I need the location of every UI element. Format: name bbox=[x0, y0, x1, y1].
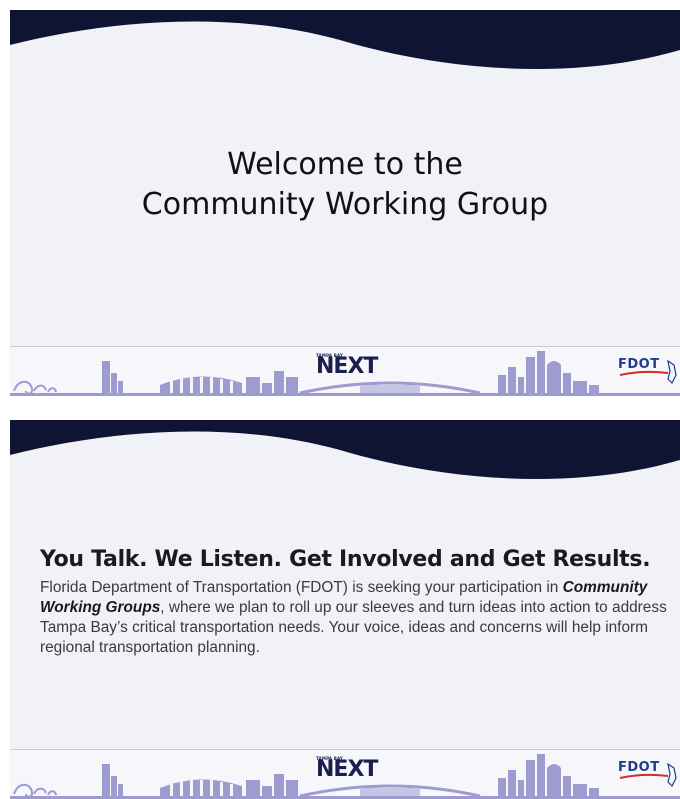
title-line-2: Community Working Group bbox=[141, 187, 549, 222]
footer-band: TAMPA BAY NEXT FDOT bbox=[10, 749, 680, 799]
slide-body-text: Florida Department of Transportation (FD… bbox=[40, 578, 670, 658]
top-wave-decoration bbox=[10, 10, 680, 69]
logo-next-main-text: NEXT bbox=[316, 757, 378, 782]
slide-headline: You Talk. We Listen. Get Involved and Ge… bbox=[40, 547, 651, 572]
slide-welcome: Welcome to the Community Working Group T… bbox=[10, 10, 680, 396]
tampa-bay-next-logo: TAMPA BAY NEXT bbox=[316, 756, 392, 782]
tampa-bay-next-logo: TAMPA BAY NEXT bbox=[316, 353, 392, 379]
page-title: Welcome to the Community Working Group bbox=[10, 145, 680, 225]
title-line-1: Welcome to the bbox=[227, 147, 463, 182]
fdot-swoosh-icon bbox=[619, 359, 677, 385]
top-wave-decoration bbox=[10, 420, 680, 479]
fdot-swoosh-icon bbox=[619, 762, 677, 788]
slide-you-talk: You Talk. We Listen. Get Involved and Ge… bbox=[10, 420, 680, 799]
logo-next-main-text: NEXT bbox=[316, 354, 378, 379]
footer-band: TAMPA BAY NEXT FDOT bbox=[10, 346, 680, 396]
fdot-logo: FDOT bbox=[618, 760, 680, 790]
fdot-logo: FDOT bbox=[618, 357, 680, 387]
body-text-part-1: Florida Department of Transportation (FD… bbox=[40, 579, 563, 596]
